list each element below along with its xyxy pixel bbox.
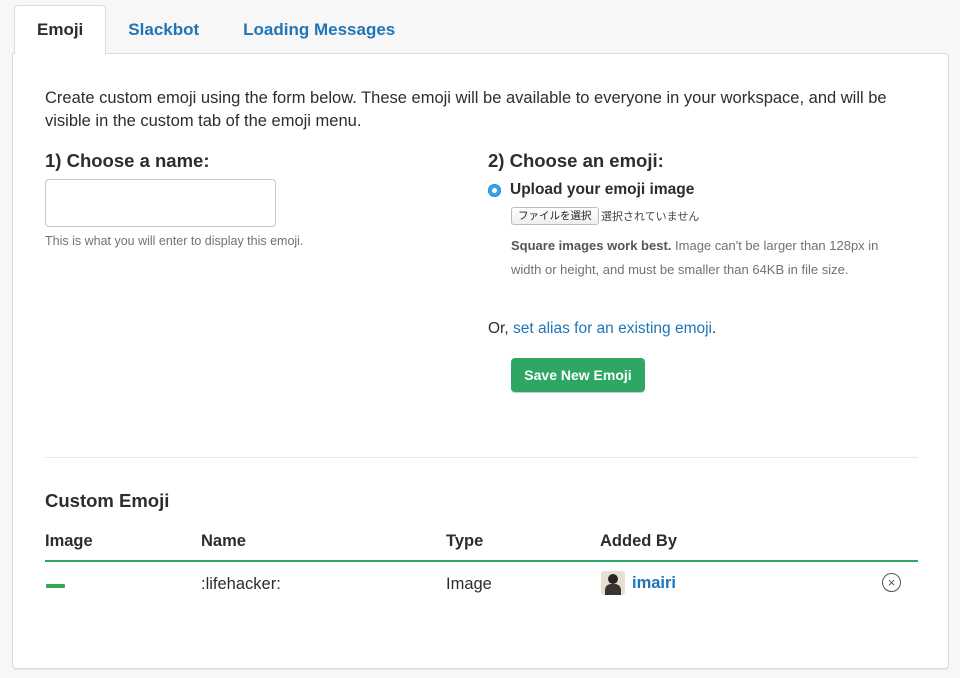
alias-line: Or, set alias for an existing emoji. xyxy=(488,320,716,338)
circle-x-icon[interactable]: × xyxy=(882,573,901,592)
custom-emoji-title: Custom Emoji xyxy=(45,490,170,511)
upload-help-text: Square images work best. Image can't be … xyxy=(511,234,883,282)
emoji-type-cell: Image xyxy=(446,575,492,593)
table-header-line xyxy=(45,560,918,562)
column-name: Name xyxy=(201,532,246,550)
name-hint: This is what you will enter to display t… xyxy=(45,234,304,248)
file-status: 選択されていません xyxy=(601,210,700,223)
choose-name-heading: 1) Choose a name: xyxy=(45,150,210,171)
tab-bar: Emoji Slackbot Loading Messages xyxy=(14,5,417,54)
avatar xyxy=(601,571,625,595)
added-by-user-link[interactable]: imairi xyxy=(632,574,676,593)
tab-emoji[interactable]: Emoji xyxy=(14,5,107,54)
tab-loading-messages[interactable]: Loading Messages xyxy=(221,6,417,54)
choose-emoji-heading: 2) Choose an emoji: xyxy=(488,150,664,171)
help-bold: Square images work best. xyxy=(511,238,672,253)
emoji-name-cell: :lifehacker: xyxy=(201,575,281,593)
column-type: Type xyxy=(446,532,484,550)
save-new-emoji-button[interactable]: Save New Emoji xyxy=(511,358,645,392)
emoji-name-input[interactable] xyxy=(45,179,276,227)
radio-selected-icon[interactable] xyxy=(488,184,501,197)
section-divider xyxy=(45,457,918,458)
alias-suffix: . xyxy=(712,320,717,337)
set-alias-link[interactable]: set alias for an existing emoji xyxy=(513,320,712,337)
tab-slackbot[interactable]: Slackbot xyxy=(106,6,221,54)
upload-option-label[interactable]: Upload your emoji image xyxy=(510,181,694,199)
emoji-image-thumbnail xyxy=(46,584,65,588)
choose-file-button[interactable]: ファイルを選択 xyxy=(511,207,599,225)
emoji-panel: Create custom emoji using the form below… xyxy=(12,53,949,669)
intro-text: Create custom emoji using the form below… xyxy=(45,89,887,130)
alias-prefix: Or, xyxy=(488,320,513,337)
column-added-by: Added By xyxy=(600,532,678,550)
column-image: Image xyxy=(45,532,93,550)
